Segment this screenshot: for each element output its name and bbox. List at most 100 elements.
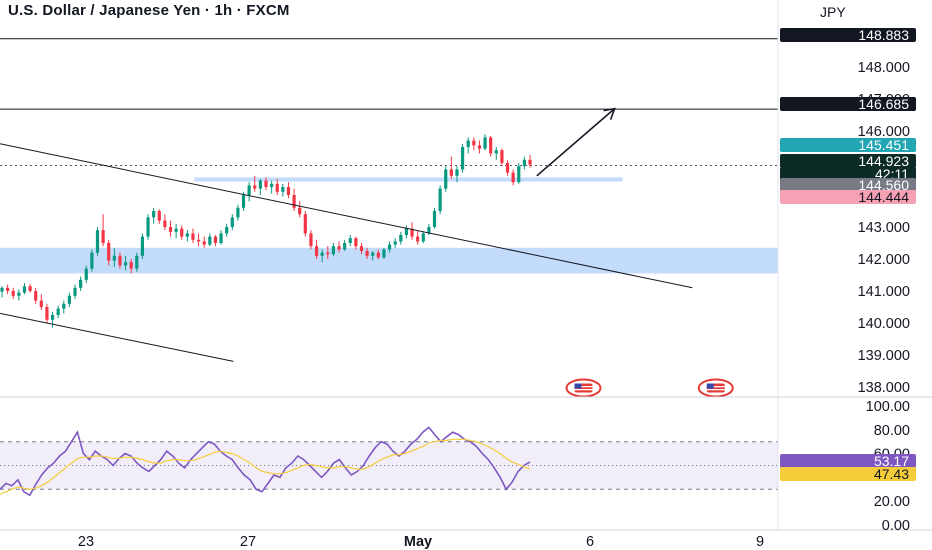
candle-body: [163, 220, 167, 227]
rsi-axis-tick-label: 0.00: [882, 518, 910, 534]
candle-body: [432, 211, 437, 227]
candle-body: [6, 287, 10, 291]
candle-body: [28, 286, 32, 291]
event-icon-canton: [706, 383, 714, 389]
candle-body: [39, 300, 43, 307]
candle-body: [264, 180, 268, 187]
candle-body: [314, 246, 319, 256]
candle-body: [376, 252, 380, 258]
candle-body: [225, 227, 229, 234]
candle-body: [303, 214, 307, 234]
candle-body: [241, 195, 246, 208]
candle-body: [185, 233, 189, 237]
price-label-box: 148.883: [780, 27, 916, 43]
candle-body: [511, 172, 515, 183]
price-axis-tick-label: 138.000: [858, 380, 910, 396]
candle-body: [230, 217, 234, 227]
candle-body: [213, 236, 218, 243]
candle-body: [253, 185, 257, 189]
candle-body: [56, 308, 60, 315]
candle-body: [174, 228, 178, 232]
candle-body: [90, 252, 94, 269]
candle-body: [219, 233, 223, 243]
event-icon-stripe: [706, 389, 725, 391]
price-label-box: 144.444: [780, 189, 916, 205]
candle-body: [180, 228, 184, 237]
candle-body: [326, 252, 330, 255]
candle-body: [112, 255, 116, 261]
candle-body: [17, 292, 21, 296]
candle-body: [45, 307, 49, 320]
candle-body: [118, 255, 122, 266]
candle-body: [517, 166, 521, 183]
candle-body: [500, 150, 504, 163]
price-chart-svg[interactable]: 148.000147.000146.000143.000142.000141.0…: [0, 0, 932, 550]
candle-body: [11, 291, 15, 296]
rsi-axis-tick-label: 100.00: [866, 399, 910, 415]
time-axis-tick-label: 23: [78, 534, 94, 550]
candle-body: [140, 236, 145, 256]
candle-body: [258, 180, 262, 189]
candle-body: [404, 228, 409, 235]
support-zone: [0, 247, 778, 274]
candle-body: [157, 211, 161, 221]
price-label-text: 146.685: [858, 96, 909, 112]
chart-window: 148.000147.000146.000143.000142.000141.0…: [0, 0, 932, 550]
candle-body: [382, 249, 386, 258]
event-icon-canton: [574, 383, 582, 389]
candle-body: [286, 187, 291, 195]
candle-body: [34, 291, 38, 301]
candle-body: [393, 241, 397, 245]
candle-body: [522, 159, 526, 167]
candle-body: [483, 137, 487, 149]
candle-body: [270, 183, 274, 187]
candle-body: [365, 251, 369, 256]
candle-body: [84, 268, 88, 280]
candle-body: [123, 262, 128, 266]
price-label-box: 145.451: [780, 137, 916, 153]
price-label-text: 148.883: [858, 27, 909, 43]
candle-body: [444, 169, 448, 189]
currency-label: JPY: [820, 4, 846, 20]
candle-body: [247, 185, 251, 195]
candle-body: [337, 246, 341, 250]
candle-body: [387, 244, 392, 250]
symbol-title: U.S. Dollar / Japanese Yen · 1h · FXCM: [8, 2, 290, 19]
candle-body: [348, 238, 352, 243]
candle-body: [95, 230, 100, 253]
candle-body: [152, 211, 156, 218]
candle-body: [438, 188, 442, 211]
us-flag-event-icon: [697, 378, 734, 398]
candle-body: [331, 246, 336, 255]
rsi-axis-tick-label: 20.00: [874, 494, 910, 510]
candle-body: [320, 252, 324, 256]
candle-body: [472, 140, 476, 146]
price-label-text: 144.444: [858, 189, 909, 205]
candle-body: [236, 207, 240, 218]
candle-body: [292, 195, 296, 208]
candle-body: [62, 303, 66, 309]
candle-body: [399, 235, 403, 242]
candle-body: [528, 159, 532, 165]
candle-body: [489, 137, 493, 154]
price-axis-tick-label: 148.000: [858, 60, 910, 76]
candle-body: [101, 230, 105, 243]
candle-body: [67, 295, 72, 304]
candle-body: [202, 241, 206, 245]
price-axis-tick-label: 139.000: [858, 348, 910, 364]
candle-body: [168, 227, 173, 232]
candle-body: [371, 252, 375, 256]
candle-body: [298, 207, 302, 215]
candle-body: [416, 236, 420, 242]
candle-body: [466, 140, 470, 147]
candle-body: [354, 238, 358, 247]
candle-body: [494, 150, 498, 154]
support-zone: [194, 177, 623, 182]
candle-body: [50, 315, 55, 320]
rsi-value-text: 47.43: [874, 466, 909, 482]
candle-body: [196, 239, 201, 242]
price-axis-tick-label: 140.000: [858, 316, 910, 332]
candle-body: [505, 163, 510, 173]
price-label-box: 146.685: [780, 96, 916, 112]
price-axis-tick-label: 141.000: [858, 284, 910, 300]
